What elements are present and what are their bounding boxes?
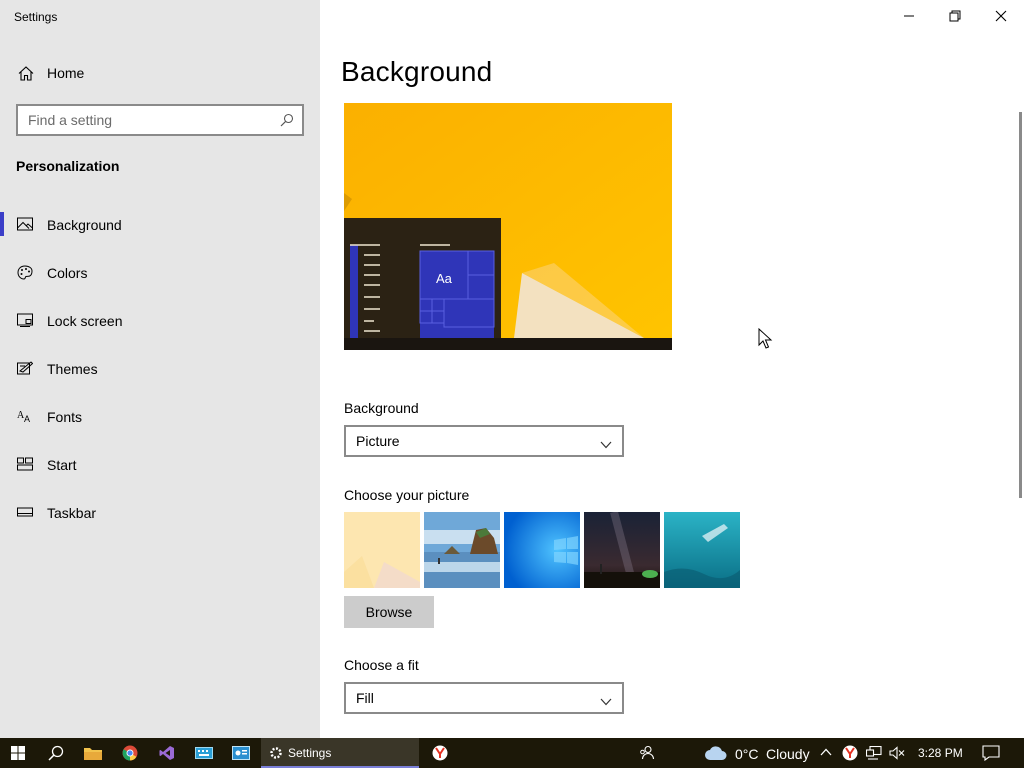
close-button[interactable] (978, 0, 1024, 32)
personalization-nav: Background Colors Lock screen Themes AA … (0, 200, 320, 536)
minimize-button[interactable] (886, 0, 932, 32)
control-panel-button[interactable] (223, 738, 259, 768)
mouse-pointer-icon (758, 327, 774, 355)
background-label: Background (344, 400, 419, 416)
search-input[interactable] (28, 111, 268, 129)
start-button[interactable] (0, 738, 36, 768)
section-title: Personalization (16, 158, 120, 174)
page-title: Background (341, 56, 493, 87)
cloudy-icon (705, 746, 727, 760)
sidebar-item-label: Lock screen (47, 313, 123, 329)
yandex-icon (842, 745, 858, 761)
fit-value: Fill (356, 690, 374, 706)
search-icon (48, 745, 64, 761)
sidebar-item-label: Fonts (47, 409, 83, 425)
restore-icon (949, 10, 961, 22)
close-icon (995, 10, 1007, 22)
volume-button[interactable] (886, 738, 908, 768)
chevron-down-icon (600, 693, 612, 711)
home-nav-item[interactable]: Home (0, 58, 320, 88)
clock-time: 3:28 PM (918, 746, 963, 760)
themes-icon (17, 361, 34, 375)
app-title: Settings (14, 10, 58, 24)
picture-thumbnail-night-sky[interactable] (584, 512, 660, 588)
picture-thumbnail-yellow-abstract[interactable] (344, 512, 420, 588)
restore-button[interactable] (932, 0, 978, 32)
control-panel-icon (232, 746, 250, 760)
picture-thumbnail-beach-rock[interactable] (424, 512, 500, 588)
chevron-down-icon (600, 436, 612, 454)
notification-icon (982, 745, 1000, 761)
sidebar-item-background[interactable]: Background (0, 200, 320, 248)
picture-thumbnail-windows-blue[interactable] (504, 512, 580, 588)
weather-condition: Cloudy (766, 746, 810, 762)
taskbar: Settings 0°C Cloudy 3:28 PM (0, 738, 1024, 768)
fit-dropdown[interactable]: Fill (344, 682, 624, 714)
vertical-scrollbar[interactable] (1019, 112, 1022, 498)
palette-icon (17, 265, 33, 280)
choose-fit-label: Choose a fit (344, 657, 419, 673)
file-explorer-button[interactable] (75, 738, 111, 768)
taskbar-icon (17, 505, 33, 519)
sidebar-item-label: Taskbar (47, 505, 97, 521)
visual-studio-button[interactable] (149, 738, 185, 768)
yandex-browser-icon (432, 745, 448, 761)
background-icon (17, 217, 33, 231)
lock-screen-icon (17, 313, 33, 327)
network-button[interactable] (863, 738, 885, 768)
search-icon[interactable] (280, 113, 294, 132)
settings-taskbar-button[interactable]: Settings (261, 738, 419, 768)
weather-temperature: 0°C (735, 746, 759, 762)
windows-logo-icon (11, 746, 25, 760)
background-type-value: Picture (356, 433, 400, 449)
start-icon (17, 457, 33, 471)
search-box[interactable] (16, 104, 304, 136)
sidebar-item-taskbar[interactable]: Taskbar (0, 488, 320, 536)
settings-taskbar-label: Settings (288, 746, 332, 760)
home-label: Home (47, 65, 85, 81)
svg-text:A: A (24, 414, 30, 423)
sidebar-item-colors[interactable]: Colors (0, 248, 320, 296)
sidebar-item-label: Background (47, 217, 122, 233)
volume-muted-icon (889, 746, 905, 760)
keyboard-button[interactable] (186, 738, 222, 768)
fonts-icon: AA (17, 409, 33, 424)
clock-button[interactable]: 3:28 PM (910, 738, 970, 768)
minimize-icon (904, 15, 914, 17)
people-button[interactable] (632, 738, 662, 768)
chrome-button[interactable] (112, 738, 148, 768)
network-icon (866, 746, 882, 760)
background-type-dropdown[interactable]: Picture (344, 425, 624, 457)
picture-thumbnails (344, 512, 740, 588)
visual-studio-icon (159, 746, 174, 760)
sidebar-item-label: Start (47, 457, 77, 473)
keyboard-icon (195, 747, 213, 759)
people-icon (640, 745, 655, 760)
gear-icon (270, 747, 282, 759)
folder-icon (84, 748, 102, 760)
show-hidden-icons-button[interactable] (816, 738, 836, 768)
browse-button[interactable]: Browse (344, 596, 434, 628)
action-center-button[interactable] (978, 738, 1008, 768)
taskbar-search-button[interactable] (38, 738, 74, 768)
chevron-up-icon (820, 748, 832, 756)
weather-widget[interactable]: 0°C Cloudy (702, 738, 812, 768)
background-preview: Aa (344, 103, 672, 350)
sidebar-item-start[interactable]: Start (0, 440, 320, 488)
picture-thumbnail-underwater-swimmer[interactable] (664, 512, 740, 588)
home-icon (18, 66, 34, 86)
sidebar-item-label: Themes (47, 361, 98, 377)
sidebar-item-themes[interactable]: Themes (0, 344, 320, 392)
yandex-tray-button[interactable] (839, 738, 861, 768)
yandex-browser-button[interactable] (422, 738, 458, 768)
chrome-icon (122, 745, 138, 761)
choose-picture-label: Choose your picture (344, 487, 470, 503)
sidebar: Settings Home Personalization Background… (0, 0, 320, 738)
sidebar-item-lock-screen[interactable]: Lock screen (0, 296, 320, 344)
sidebar-item-fonts[interactable]: AA Fonts (0, 392, 320, 440)
sidebar-item-label: Colors (47, 265, 88, 281)
preview-tile-text: Aa (436, 271, 453, 286)
